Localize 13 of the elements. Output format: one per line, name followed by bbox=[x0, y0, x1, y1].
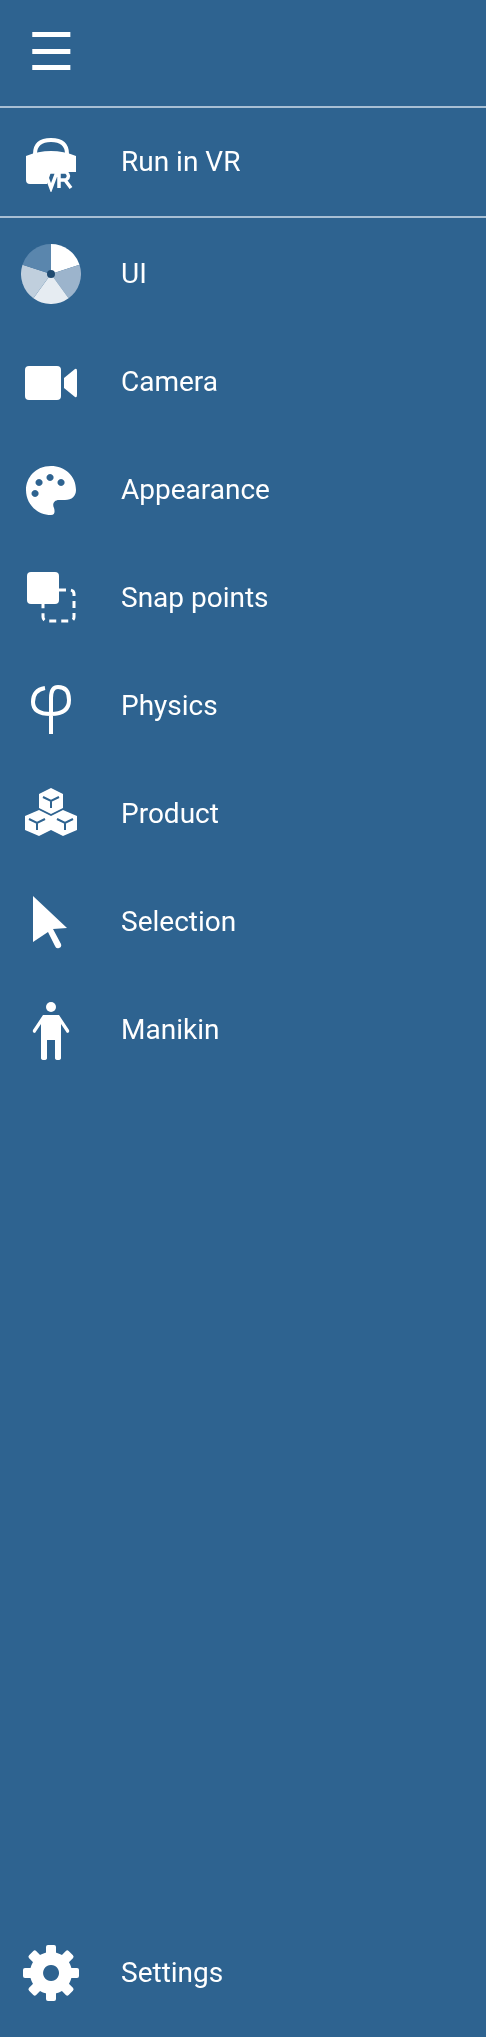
menu-item[interactable]: Camera bbox=[0, 328, 486, 436]
menu-item[interactable]: Physics bbox=[0, 652, 486, 760]
menu-item[interactable]: Run in VR bbox=[0, 108, 486, 216]
settings-icon bbox=[21, 1943, 81, 2003]
menu-item[interactable]: Product bbox=[0, 760, 486, 868]
menu-item[interactable]: Appearance bbox=[0, 436, 486, 544]
menu-item[interactable]: UI bbox=[0, 220, 486, 328]
menu-item[interactable]: Snap points bbox=[0, 544, 486, 652]
menu-button[interactable]: ☰ bbox=[26, 28, 76, 78]
pie-wheel-icon bbox=[21, 244, 81, 304]
menu-item[interactable]: Settings bbox=[0, 1919, 486, 2027]
menu-item[interactable]: Manikin bbox=[0, 976, 486, 1084]
menu-item[interactable]: Selection bbox=[0, 868, 486, 976]
